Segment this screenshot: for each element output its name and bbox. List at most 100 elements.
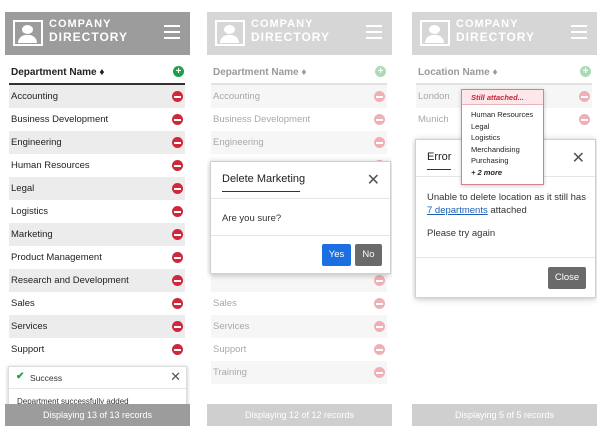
table-row[interactable]: Training — [211, 361, 387, 384]
table-row[interactable]: Services — [9, 315, 185, 338]
row-label: Munich — [418, 114, 449, 125]
delete-row-button[interactable] — [374, 344, 385, 355]
delete-row-button[interactable] — [579, 91, 590, 102]
delete-row-button[interactable] — [172, 114, 183, 125]
row-label: Accounting — [213, 91, 261, 102]
app-header: COMPANY DIRECTORY — [412, 12, 597, 55]
row-label: Services — [213, 321, 250, 332]
modal-title: Delete Marketing — [222, 173, 306, 185]
records-footer: Displaying 5 of 5 records — [412, 404, 597, 426]
row-label: Human Resources — [11, 160, 90, 171]
table-row[interactable]: Engineering — [9, 131, 185, 154]
table-row[interactable]: Marketing — [9, 223, 185, 246]
add-location-button[interactable]: + — [580, 66, 591, 77]
row-label: Services — [11, 321, 48, 332]
table-row[interactable]: Human Resources — [9, 154, 185, 177]
delete-row-button[interactable] — [374, 367, 385, 378]
column-header: Department Name ♦ + — [9, 63, 185, 85]
table-row[interactable]: Accounting — [211, 85, 387, 108]
delete-row-button[interactable] — [172, 298, 183, 309]
delete-row-button[interactable] — [172, 229, 183, 240]
delete-row-button[interactable] — [172, 160, 183, 171]
table-row[interactable]: Logistics — [9, 200, 185, 223]
row-label: Marketing — [11, 229, 53, 240]
modal-body: Are you sure? — [222, 213, 282, 224]
modal-title: Error — [427, 151, 452, 163]
delete-row-button[interactable] — [579, 114, 590, 125]
delete-row-button[interactable] — [172, 344, 183, 355]
delete-row-button[interactable] — [374, 298, 385, 309]
table-row[interactable]: Research and Development — [9, 269, 185, 292]
list-item: Legal — [471, 121, 490, 131]
row-label: Business Development — [213, 114, 311, 125]
sort-department-name[interactable]: Department Name ♦ — [11, 67, 104, 78]
row-label: Support — [213, 344, 247, 355]
table-row[interactable]: Accounting — [9, 85, 185, 108]
hamburger-menu-icon[interactable] — [164, 25, 180, 39]
sort-location-name[interactable]: Location Name ♦ — [418, 67, 498, 78]
table-row[interactable]: Engineering — [211, 131, 387, 154]
toast-close-button[interactable]: ✕ — [170, 369, 181, 385]
hamburger-menu-icon[interactable] — [366, 25, 382, 39]
error-message: Unable to delete location as it still ha… — [427, 192, 586, 216]
delete-row-button[interactable] — [172, 321, 183, 332]
list-item: Human Resources — [471, 110, 534, 119]
delete-row-button[interactable] — [172, 275, 183, 286]
table-row[interactable]: Product Management — [9, 246, 185, 269]
records-footer: Displaying 13 of 13 records — [5, 404, 190, 426]
yes-button[interactable]: Yes — [322, 244, 351, 266]
delete-row-button[interactable] — [374, 321, 385, 332]
delete-row-button[interactable] — [374, 91, 385, 102]
column-header: Department Name ♦ + — [211, 63, 387, 85]
row-label: Engineering — [213, 137, 264, 148]
delete-row-button[interactable] — [374, 137, 385, 148]
table-row[interactable]: Business Development — [211, 108, 387, 131]
brand-logo: COMPANY DIRECTORY — [251, 18, 331, 44]
delete-row-button[interactable] — [172, 252, 183, 263]
locations-panel: COMPANY DIRECTORY Location Name ♦ + Lond… — [412, 0, 597, 437]
sort-department-name[interactable]: Department Name ♦ — [213, 67, 306, 78]
row-label: Engineering — [11, 137, 62, 148]
no-button[interactable]: No — [355, 244, 382, 266]
more-items-label: + 2 more — [471, 167, 503, 177]
row-label: Training — [213, 367, 247, 378]
check-icon: ✔ — [16, 371, 25, 382]
delete-row-button[interactable] — [172, 183, 183, 194]
delete-row-button[interactable] — [374, 275, 385, 286]
departments-delete-panel: COMPANY DIRECTORY Department Name ♦ + Ac… — [207, 0, 392, 437]
add-department-button[interactable]: + — [173, 66, 184, 77]
directory-logo-icon — [420, 20, 450, 46]
close-button[interactable]: Close — [548, 267, 586, 289]
directory-logo-icon — [13, 20, 43, 46]
table-row[interactable]: Sales — [9, 292, 185, 315]
close-icon[interactable]: ✕ — [572, 148, 585, 168]
delete-row-button[interactable] — [172, 137, 183, 148]
close-icon[interactable]: ✕ — [367, 170, 380, 190]
row-label: Sales — [213, 298, 237, 309]
table-row[interactable]: Business Development — [9, 108, 185, 131]
delete-row-button[interactable] — [172, 91, 183, 102]
attached-departments-popover: Still attached... Human Resources Legal … — [461, 89, 544, 185]
records-footer: Displaying 12 of 12 records — [207, 404, 392, 426]
list-item: Merchandising — [471, 144, 520, 154]
row-label: Support — [11, 344, 45, 355]
row-label: Product Management — [11, 252, 102, 263]
app-header: COMPANY DIRECTORY — [207, 12, 392, 55]
table-row[interactable]: Support — [9, 338, 185, 361]
table-row[interactable]: Legal — [9, 177, 185, 200]
brand-logo: COMPANY DIRECTORY — [456, 18, 536, 44]
delete-confirm-modal: Delete Marketing ✕ Are you sure? Yes No — [210, 161, 391, 274]
list-item: Purchasing — [471, 156, 509, 165]
add-department-button[interactable]: + — [375, 66, 386, 77]
hamburger-menu-icon[interactable] — [571, 25, 587, 39]
row-label: Business Development — [11, 114, 109, 125]
directory-logo-icon — [215, 20, 245, 46]
table-row[interactable]: Services — [211, 315, 387, 338]
delete-row-button[interactable] — [374, 114, 385, 125]
table-row[interactable]: Support — [211, 338, 387, 361]
toast-title: Success — [30, 373, 63, 383]
table-row[interactable]: Sales — [211, 292, 387, 315]
delete-row-button[interactable] — [172, 206, 183, 217]
departments-link[interactable]: 7 departments — [427, 205, 488, 216]
departments-panel: COMPANY DIRECTORY Department Name ♦ + Ac… — [5, 0, 190, 437]
